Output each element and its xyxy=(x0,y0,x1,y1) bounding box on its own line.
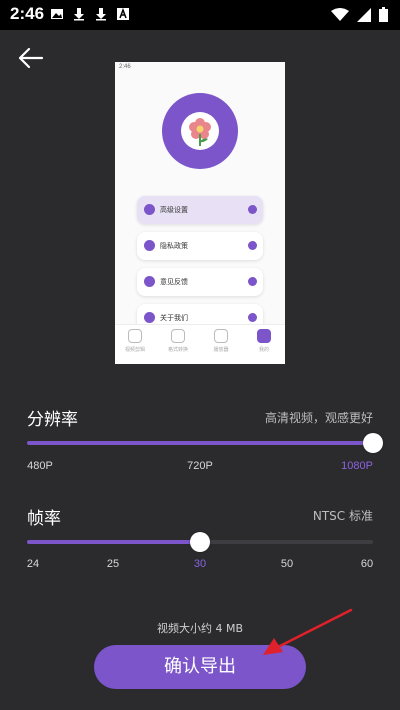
framerate-tick-24[interactable]: 24 xyxy=(27,558,39,570)
resolution-title: 分辨率 xyxy=(27,410,78,430)
status-notification-icons xyxy=(50,7,130,21)
preview-tab-convert: 格式转换 xyxy=(161,329,195,353)
framerate-note: NTSC 标准 xyxy=(312,509,373,523)
preview-tab-label: 格式转换 xyxy=(167,347,188,353)
preview-chevron-icon xyxy=(248,277,257,286)
preview-menu-item-advanced: 高级设置 xyxy=(137,196,263,224)
font-icon xyxy=(117,7,129,20)
preview-avatar-circle xyxy=(162,93,238,169)
framerate-slider-fill xyxy=(27,540,200,544)
back-arrow-icon[interactable] xyxy=(14,44,46,72)
framerate-tick-60[interactable]: 60 xyxy=(361,558,373,570)
resolution-slider-fill xyxy=(27,441,373,445)
preview-status-time: 2:46 xyxy=(119,64,131,70)
preview-tab-player: 播放器 xyxy=(204,329,238,353)
preview-menu-label: 关于我们 xyxy=(160,314,188,322)
preview-tab-mine: 我的 xyxy=(247,329,281,353)
resolution-tick-720p[interactable]: 720P xyxy=(187,460,213,472)
preview-face-icon xyxy=(257,329,271,343)
preview-lock-icon xyxy=(144,240,155,251)
preview-chevron-icon xyxy=(248,205,257,214)
framerate-tick-25[interactable]: 25 xyxy=(107,558,119,570)
preview-tab-label: 播放器 xyxy=(213,347,229,353)
status-time: 2:46 xyxy=(10,4,45,23)
download-icon xyxy=(74,8,84,21)
preview-chevron-icon xyxy=(248,313,257,322)
preview-chevron-icon xyxy=(248,241,257,250)
preview-menu-label: 高级设置 xyxy=(160,206,188,214)
image-icon xyxy=(51,9,63,19)
preview-tab-label: 我的 xyxy=(258,347,269,353)
framerate-tick-30[interactable]: 30 xyxy=(194,558,206,570)
preview-menu-label: 意见反馈 xyxy=(160,278,188,286)
status-system-icons xyxy=(331,7,388,22)
wifi-icon xyxy=(331,7,349,21)
red-arrow-icon xyxy=(263,608,353,655)
signal-icon xyxy=(357,7,371,22)
preview-status-bar: 2:46 xyxy=(115,62,285,74)
download-icon xyxy=(96,8,106,21)
preview-info-icon xyxy=(144,312,155,323)
status-bar: 2:46 xyxy=(0,0,400,30)
preview-chat-icon xyxy=(144,276,155,287)
preview-scissors-icon xyxy=(128,329,142,343)
resolution-note: 高清视频，观感更好 xyxy=(264,411,373,425)
resolution-tick-1080p[interactable]: 1080P xyxy=(341,460,373,472)
preview-tab-bar: 视频剪辑 格式转换 播放器 我的 xyxy=(115,324,285,364)
resolution-slider-thumb[interactable] xyxy=(363,433,383,453)
preview-tab-label: 视频剪辑 xyxy=(124,347,145,353)
battery-icon xyxy=(379,7,388,22)
resolution-slider[interactable] xyxy=(27,433,383,453)
framerate-slider-thumb[interactable] xyxy=(190,532,210,552)
resolution-tick-480p[interactable]: 480P xyxy=(27,460,53,472)
preview-flower-icon xyxy=(181,112,219,150)
preview-film-icon xyxy=(214,329,228,343)
video-preview: 2:46 高级设置 隐私政策 意见反馈 关于我们 视频剪辑 格式转换 播放器 我… xyxy=(115,62,285,364)
preview-gear-icon xyxy=(144,204,155,215)
framerate-title: 帧率 xyxy=(27,509,61,529)
preview-convert-icon xyxy=(171,329,185,343)
preview-menu-item-privacy: 隐私政策 xyxy=(137,232,263,260)
preview-tab-edit: 视频剪辑 xyxy=(118,329,152,353)
framerate-tick-50[interactable]: 50 xyxy=(281,558,293,570)
preview-menu-item-feedback: 意见反馈 xyxy=(137,268,263,296)
preview-menu-label: 隐私政策 xyxy=(160,242,188,250)
framerate-slider[interactable] xyxy=(27,532,373,552)
